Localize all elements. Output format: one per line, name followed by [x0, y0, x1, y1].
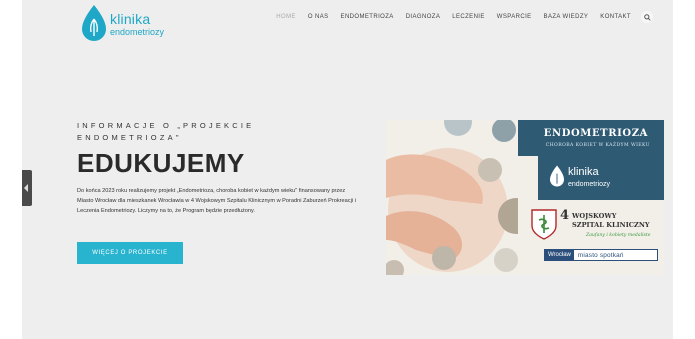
nav-item-o-nas[interactable]: O NAS	[308, 14, 329, 20]
logo-text-sub: endometriozy	[110, 27, 165, 37]
banner-hands-photo	[386, 120, 518, 275]
nav-item-wsparcie[interactable]: WSPARCIE	[497, 14, 532, 20]
site-logo[interactable]: klinika endometriozy	[82, 5, 192, 43]
hero-section: INFORMACJE O „PROJEKCIE ENDOMETRIOZA" ED…	[77, 120, 367, 264]
nav-item-diagnoza[interactable]: DIAGNOZA	[406, 14, 441, 20]
medical-emblem-icon	[531, 209, 557, 240]
hospital-number: 4	[560, 208, 570, 223]
hero-eyebrow: INFORMACJE O „PROJEKCIE ENDOMETRIOZA"	[77, 121, 255, 142]
banner-logo-text-main: klinika	[568, 166, 599, 178]
search-button[interactable]	[641, 11, 653, 23]
project-banner[interactable]: ENDOMETRIOZA CHOROBA KOBIET W KAŻDYM WIE…	[386, 120, 664, 275]
logo-drop-icon	[82, 5, 106, 41]
wroclaw-city-logo: Wrocław miasto spotkań	[544, 249, 658, 261]
search-icon	[643, 13, 651, 21]
logo-drop-icon	[550, 165, 564, 187]
wroclaw-tagline: miasto spotkań	[577, 251, 624, 259]
banner-title: ENDOMETRIOZA	[543, 128, 648, 139]
nav-item-kontakt[interactable]: KONTAKT	[600, 14, 631, 20]
more-about-project-button[interactable]: WIĘCEJ O PROJEKCIE	[77, 242, 183, 264]
nav-item-endometrioza[interactable]: ENDOMETRIOZA	[341, 14, 394, 20]
hospital-name-line1: WOJSKOWY	[572, 212, 617, 220]
wroclaw-label: Wrocław	[545, 250, 574, 260]
nav-item-baza-wiedzy[interactable]: BAZA WIEDZY	[544, 14, 589, 20]
main-nav: HOME O NAS ENDOMETRIOZA DIAGNOZA LECZENI…	[264, 10, 653, 24]
hospital-motto: Zaufany i kobiety medaliste	[586, 233, 651, 238]
hospital-logo: 4 WOJSKOWY SZPITAL KLINICZNY Zaufany i k…	[526, 208, 660, 244]
nav-item-leczenie[interactable]: LECZENIE	[452, 14, 485, 20]
nav-item-home[interactable]: HOME	[276, 14, 296, 20]
logo-text-main: klinika	[110, 11, 151, 27]
side-slider-tab[interactable]	[22, 170, 32, 206]
banner-subtitle: CHOROBA KOBIET W KAŻDYM WIEKU	[545, 143, 650, 148]
hero-body-text: Do końca 2023 roku realizujemy projekt „…	[77, 188, 356, 214]
banner-logo: klinika endometriozy	[538, 156, 664, 200]
banner-logo-text-sub: endometriozy	[568, 181, 611, 188]
hospital-name-line2: SZPITAL KLINICZNY	[572, 221, 650, 229]
site-header: klinika endometriozy HOME O NAS ENDOMETR…	[22, 0, 673, 43]
page: klinika endometriozy HOME O NAS ENDOMETR…	[22, 0, 673, 339]
hero-headline: EDUKUJEMY	[77, 148, 245, 178]
